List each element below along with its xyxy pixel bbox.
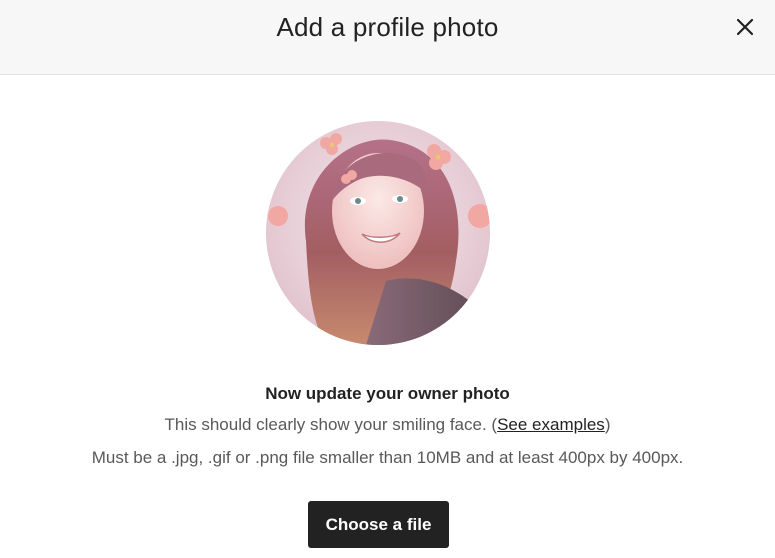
see-examples-link[interactable]: See examples bbox=[497, 415, 605, 434]
modal-header: Add a profile photo bbox=[0, 0, 775, 75]
choose-file-button[interactable]: Choose a file bbox=[308, 501, 449, 548]
photo-description: This should clearly show your smiling fa… bbox=[0, 415, 775, 435]
profile-photo-avatar bbox=[266, 121, 490, 345]
profile-photo-image bbox=[266, 121, 490, 345]
close-button[interactable] bbox=[730, 12, 760, 42]
file-requirements: Must be a .jpg, .gif or .png file smalle… bbox=[91, 448, 684, 467]
description-prefix: This should clearly show your smiling fa… bbox=[164, 415, 498, 434]
owner-photo-heading: Now update your owner photo bbox=[265, 384, 510, 403]
close-icon bbox=[736, 18, 754, 36]
modal-title: Add a profile photo bbox=[276, 12, 499, 42]
description-suffix: ) bbox=[604, 415, 611, 434]
